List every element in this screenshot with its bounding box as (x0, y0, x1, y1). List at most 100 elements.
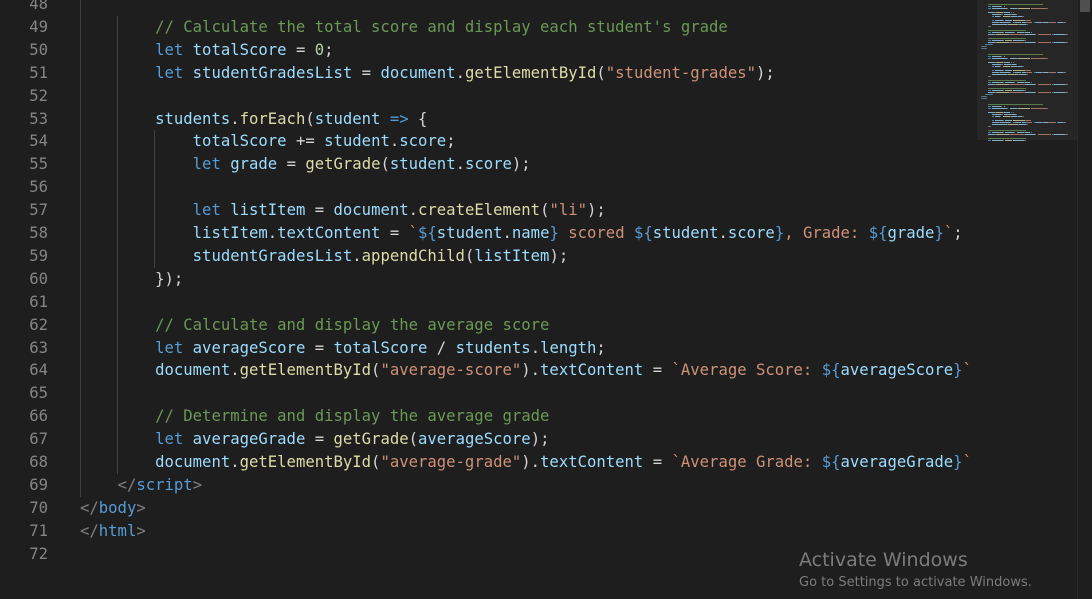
vertical-scrollbar[interactable] (1077, 0, 1092, 599)
code-token: ` (943, 224, 954, 242)
code-line[interactable]: 56 (0, 176, 971, 200)
code-text: listItem.textContent = `${student.name} … (80, 222, 963, 245)
code-editor[interactable]: 48 49 // Calculate the total score and d… (0, 0, 971, 599)
code-token: = (305, 338, 334, 357)
code-line[interactable]: 61 (0, 290, 971, 314)
code-token: studentGradesList (192, 246, 353, 265)
code-token: = (305, 430, 334, 449)
code-line[interactable]: 48 (0, 0, 971, 16)
line-number: 52 (29, 86, 48, 105)
code-line[interactable]: 69 </script> (0, 473, 971, 497)
code-text: let averageScore = totalScore / students… (80, 337, 606, 360)
code-token: ); (511, 155, 531, 174)
line-number: 67 (29, 430, 48, 449)
code-token: ( (305, 109, 315, 128)
code-token: => (389, 109, 409, 128)
code-token: getElementById (239, 453, 372, 471)
code-token: . (408, 201, 419, 220)
code-token: } (549, 224, 559, 242)
code-token: let (155, 430, 184, 449)
scrollbar-thumb[interactable] (1080, 0, 1090, 12)
code-line[interactable]: 55 let grade = getGrade(student.score); (0, 153, 971, 177)
code-token: . (389, 132, 400, 151)
code-token: listItem (192, 224, 268, 242)
code-line[interactable]: 64 document.getElementById("average-scor… (0, 359, 971, 383)
code-line[interactable]: 62 // Calculate and display the average … (0, 313, 971, 337)
code-token: ); (530, 430, 550, 449)
code-token: , Grade: (784, 224, 869, 242)
code-token: students (155, 109, 231, 128)
code-text: studentGradesList.appendChild(listItem); (80, 245, 569, 268)
code-token: = (643, 453, 672, 471)
line-number: 50 (29, 40, 48, 59)
line-number: 71 (29, 521, 48, 540)
code-token: { (408, 109, 428, 128)
code-token: student (324, 132, 390, 151)
code-token: </ (117, 475, 137, 494)
code-token: student (652, 224, 719, 242)
code-token: . (352, 246, 362, 265)
code-line[interactable]: 66 // Determine and display the average … (0, 405, 971, 429)
code-line[interactable]: 49 // Calculate the total score and disp… (0, 15, 971, 39)
code-token: </ (80, 498, 99, 517)
code-line[interactable]: 52 (0, 84, 971, 108)
code-text: let grade = getGrade(student.score); (80, 153, 531, 176)
line-number: 61 (29, 292, 48, 311)
code-token: . (530, 338, 541, 357)
minimap[interactable] (977, 0, 1077, 599)
code-token: averageGrade (840, 453, 954, 471)
line-number: 56 (29, 178, 48, 197)
code-line[interactable]: 58 listItem.textContent = `${student.nam… (0, 222, 971, 245)
code-token: student (436, 224, 503, 242)
code-line[interactable]: 70 </body> (0, 497, 971, 520)
code-token: getElementById (239, 361, 372, 380)
code-text: let listItem = document.createElement("l… (80, 199, 606, 222)
code-token: } (774, 224, 785, 242)
code-token: = (380, 224, 409, 242)
code-line[interactable]: 68 document.getElementById("average-grad… (0, 451, 971, 474)
code-line[interactable]: 67 let averageGrade = getGrade(averageSc… (0, 428, 971, 452)
code-token: textContent (540, 361, 644, 380)
line-number: 60 (29, 269, 48, 288)
code-token: ); (756, 63, 775, 82)
code-line[interactable]: 53 students.forEach(student => { (0, 107, 971, 131)
code-text: students.forEach(student => { (80, 108, 427, 131)
code-token: }); (155, 269, 184, 288)
code-line[interactable]: 50 let totalScore = 0; (0, 38, 971, 62)
line-number: 59 (29, 246, 48, 265)
code-line[interactable]: 60 }); (0, 267, 971, 291)
code-token: student (389, 155, 456, 174)
code-line[interactable]: 63 let averageScore = totalScore / stude… (0, 336, 971, 360)
code-token: student (314, 109, 381, 128)
code-line[interactable]: 65 (0, 382, 971, 406)
code-token: "average-grade" (380, 453, 522, 471)
code-line[interactable]: 59 studentGradesList.appendChild(listIte… (0, 244, 971, 268)
code-token: name (511, 224, 550, 242)
code-text: let totalScore = 0; (80, 39, 334, 62)
line-number: 51 (29, 63, 48, 82)
code-token: score (464, 155, 512, 174)
code-token: ; (953, 224, 963, 242)
code-token: score (727, 224, 775, 242)
line-number: 53 (29, 109, 48, 128)
code-line[interactable]: 71 </html> (0, 520, 971, 543)
code-token: textContent (277, 224, 381, 242)
line-number: 63 (29, 338, 48, 357)
code-token: textContent (540, 453, 644, 471)
code-line[interactable]: 57 let listItem = document.createElement… (0, 199, 971, 223)
code-token: ; (324, 40, 334, 59)
code-line[interactable]: 54 totalScore += student.score; (0, 130, 971, 154)
code-token: getGrade (333, 430, 409, 449)
line-number: 69 (29, 475, 48, 494)
code-token: ). (521, 361, 541, 380)
code-token: . (455, 63, 465, 82)
code-token: grade (887, 224, 935, 242)
code-line[interactable]: 51 let studentGradesList = document.getE… (0, 61, 971, 85)
code-token: // Determine and display the average gra… (155, 407, 550, 426)
code-token: = (643, 361, 672, 380)
line-number: 55 (29, 155, 48, 174)
code-token: ( (408, 430, 419, 449)
